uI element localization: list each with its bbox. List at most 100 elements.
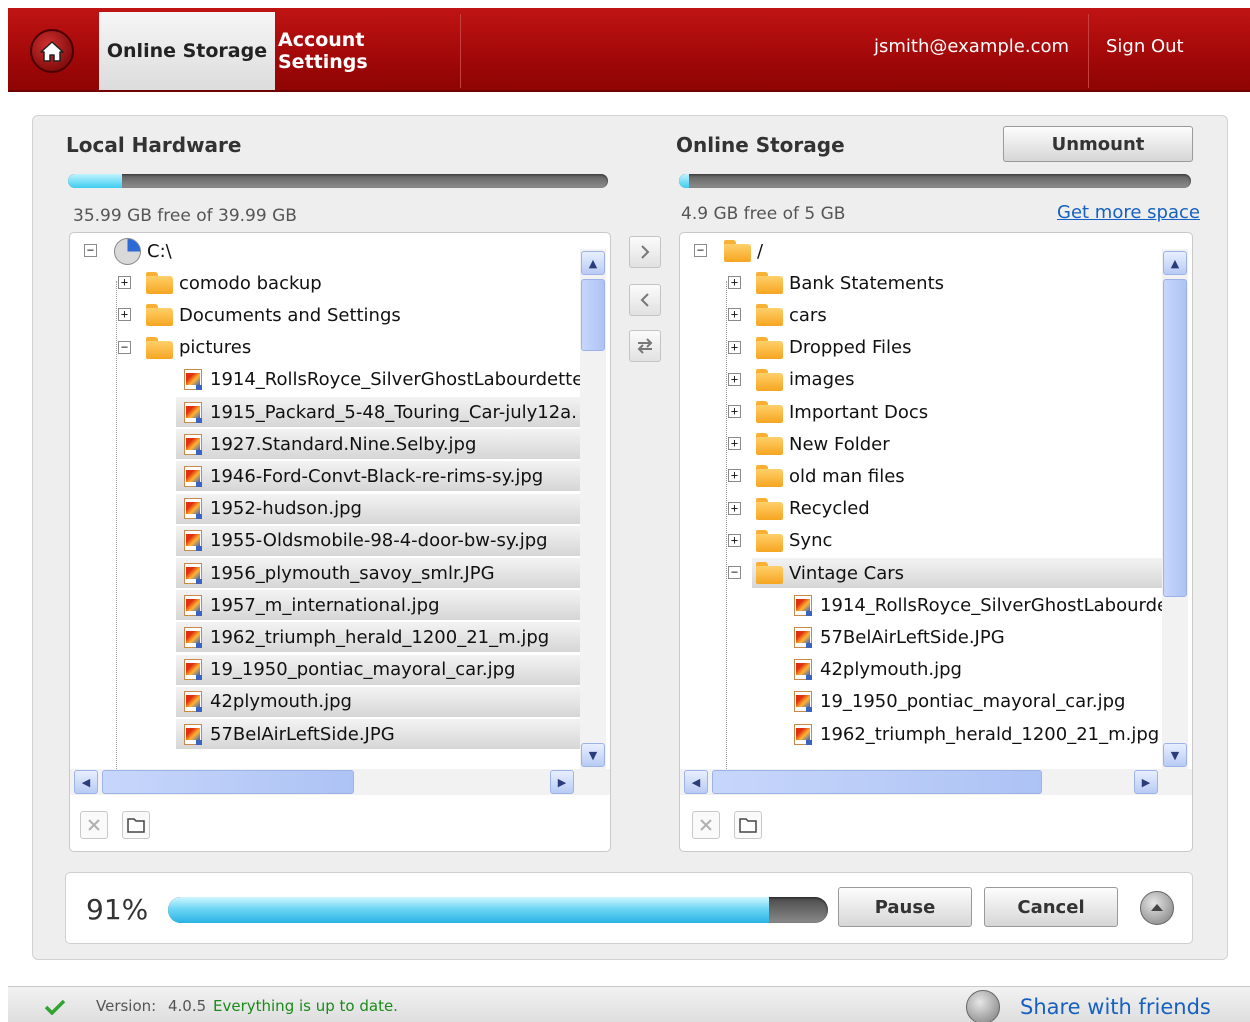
download-left-button[interactable] [629, 284, 661, 316]
scroll-right-button[interactable]: ▶ [550, 770, 574, 794]
arrow-up-icon [1151, 904, 1163, 911]
local-new-folder-button[interactable] [122, 811, 150, 839]
tree-folder-item[interactable]: pictures [142, 333, 580, 363]
local-horizontal-scrollbar[interactable]: ◀ ▶ [70, 769, 610, 795]
online-free-space: 4.9 GB free of 5 GB [681, 204, 846, 224]
home-icon [40, 41, 64, 62]
home-button[interactable] [30, 29, 74, 73]
tab-online-storage[interactable]: Online Storage [99, 12, 275, 90]
tree-folder-item[interactable]: Vintage Cars [752, 558, 1162, 588]
folder-icon [756, 497, 783, 520]
scroll-thumb[interactable] [102, 770, 354, 794]
get-more-space-link[interactable]: Get more space [1057, 202, 1200, 223]
online-delete-button[interactable] [692, 811, 720, 839]
tree-file-item[interactable]: 1946-Ford-Convt-Black-re-rims-sy.jpg [176, 461, 580, 492]
scroll-down-button[interactable]: ▼ [581, 743, 605, 767]
tree-file-item[interactable]: 42plymouth.jpg [786, 655, 1162, 685]
expand-plus-icon[interactable]: + [728, 372, 741, 386]
tree-folder-item[interactable]: comodo backup [142, 268, 580, 298]
tree-file-item[interactable]: 1914_RollsRoyce_SilverGhostLabourdet [786, 590, 1162, 620]
sign-out-link[interactable]: Sign Out [1106, 36, 1184, 57]
image-file-icon [184, 498, 202, 520]
scroll-right-button[interactable]: ▶ [1134, 770, 1158, 794]
pause-button[interactable]: Pause [838, 887, 972, 927]
tree-folder-item[interactable]: images [752, 365, 1162, 395]
online-horizontal-scrollbar[interactable]: ◀ ▶ [680, 769, 1192, 795]
tree-folder-item[interactable]: Dropped Files [752, 333, 1162, 363]
collapse-minus-icon[interactable]: − [84, 244, 97, 257]
scroll-left-button[interactable]: ◀ [74, 770, 98, 794]
scroll-thumb[interactable] [1163, 279, 1187, 597]
main-panel: Local Hardware 35.99 GB free of 39.99 GB… [32, 115, 1228, 960]
tree-folder-item[interactable]: Recycled [752, 494, 1162, 524]
scroll-up-button[interactable]: ▲ [581, 251, 605, 275]
expand-plus-icon[interactable]: + [728, 405, 741, 418]
expand-plus-icon[interactable]: + [728, 340, 741, 354]
scroll-down-button[interactable]: ▼ [1163, 743, 1187, 767]
tree-drive-item[interactable]: C:\ [110, 236, 580, 266]
expand-plus-icon[interactable]: + [728, 469, 741, 483]
app-window: Online Storage Account Settings jsmith@e… [0, 0, 1250, 1022]
tree-file-item[interactable]: 1914_RollsRoyce_SilverGhostLabourdetteS [176, 365, 580, 395]
tree-file-item[interactable]: 57BelAirLeftSide.JPG [176, 719, 580, 749]
tree-item-label: 1927.Standard.Nine.Selby.jpg [210, 433, 477, 455]
chevron-right-icon: ▶ [1141, 775, 1151, 789]
tree-file-item[interactable]: 19_1950_pontiac_mayoral_car.jpg [176, 654, 580, 685]
cancel-button[interactable]: Cancel [984, 887, 1118, 927]
tree-file-item[interactable]: 1955-Oldsmobile-98-4-door-bw-sy.jpg [176, 525, 580, 556]
tree-file-item[interactable]: 19_1950_pontiac_mayoral_car.jpg [786, 687, 1162, 717]
tree-item-label: 57BelAirLeftSide.JPG [210, 723, 395, 745]
tree-file-item[interactable]: 57BelAirLeftSide.JPG [786, 622, 1162, 652]
local-vertical-scrollbar[interactable]: ▲ ▼ [580, 249, 606, 769]
unmount-button[interactable]: Unmount [1003, 126, 1193, 162]
tree-file-item[interactable]: 1915_Packard_5-48_Touring_Car-july12a. [176, 397, 580, 427]
local-delete-button[interactable] [80, 811, 108, 839]
folder-icon [756, 433, 783, 456]
chevron-right-icon: ▶ [557, 775, 567, 789]
image-file-icon [184, 369, 202, 391]
tree-folder-item[interactable]: / [720, 236, 1162, 266]
scroll-up-button[interactable]: ▲ [1163, 251, 1187, 275]
collapse-minus-icon[interactable]: − [118, 340, 131, 354]
collapse-minus-icon[interactable]: − [728, 566, 741, 579]
collapse-minus-icon[interactable]: − [694, 244, 707, 257]
tab-account-settings[interactable]: Account Settings [278, 12, 458, 90]
expand-plus-icon[interactable]: + [118, 276, 131, 290]
tree-file-item[interactable]: 42plymouth.jpg [176, 686, 580, 717]
scroll-thumb[interactable] [581, 279, 605, 351]
expand-plus-icon[interactable]: + [728, 501, 741, 515]
expand-plus-icon[interactable]: + [728, 308, 741, 322]
tree-file-item[interactable]: 1957_m_international.jpg [176, 590, 580, 621]
tree-folder-item[interactable]: old man files [752, 461, 1162, 491]
share-icon[interactable] [966, 990, 1000, 1022]
expand-plus-icon[interactable]: + [728, 533, 741, 547]
tree-file-item[interactable]: 1927.Standard.Nine.Selby.jpg [176, 429, 580, 460]
image-file-icon [184, 626, 202, 648]
scroll-left-button[interactable]: ◀ [684, 770, 708, 794]
tree-folder-item[interactable]: cars [752, 300, 1162, 330]
tree-item-label: 1946-Ford-Convt-Black-re-rims-sy.jpg [210, 465, 544, 487]
scroll-thumb[interactable] [712, 770, 1042, 794]
online-vertical-scrollbar[interactable]: ▲ ▼ [1162, 249, 1188, 769]
tree-folder-item[interactable]: New Folder [752, 429, 1162, 459]
image-file-icon [184, 401, 202, 423]
tree-file-item[interactable]: 1962_triumph_herald_1200_21_m.jpg [176, 622, 580, 653]
tree-folder-item[interactable]: Important Docs [752, 397, 1162, 427]
tree-folder-item[interactable]: Bank Statements [752, 268, 1162, 298]
expand-plus-icon[interactable]: + [728, 276, 741, 290]
tree-file-item[interactable]: 1962_triumph_herald_1200_21_m.jpg [786, 719, 1162, 749]
tree-item-label: 1962_triumph_herald_1200_21_m.jpg [210, 626, 550, 648]
tree-folder-item[interactable]: Documents and Settings [142, 300, 580, 330]
image-file-icon [184, 659, 202, 681]
tree-file-item[interactable]: 1956_plymouth_savoy_smlr.JPG [176, 558, 580, 588]
share-with-friends-link[interactable]: Share with friends [1020, 995, 1211, 1019]
transfer-options-button[interactable] [1140, 891, 1174, 925]
tree-folder-item[interactable]: Sync [752, 526, 1162, 556]
expand-plus-icon[interactable]: + [118, 308, 131, 322]
tree-file-item[interactable]: 1952-hudson.jpg [176, 493, 580, 524]
expand-plus-icon[interactable]: + [728, 437, 741, 451]
upload-right-button[interactable] [629, 236, 661, 268]
tree-item-label: Important Docs [789, 401, 929, 423]
online-new-folder-button[interactable] [734, 811, 762, 839]
sync-button[interactable] [629, 330, 661, 362]
